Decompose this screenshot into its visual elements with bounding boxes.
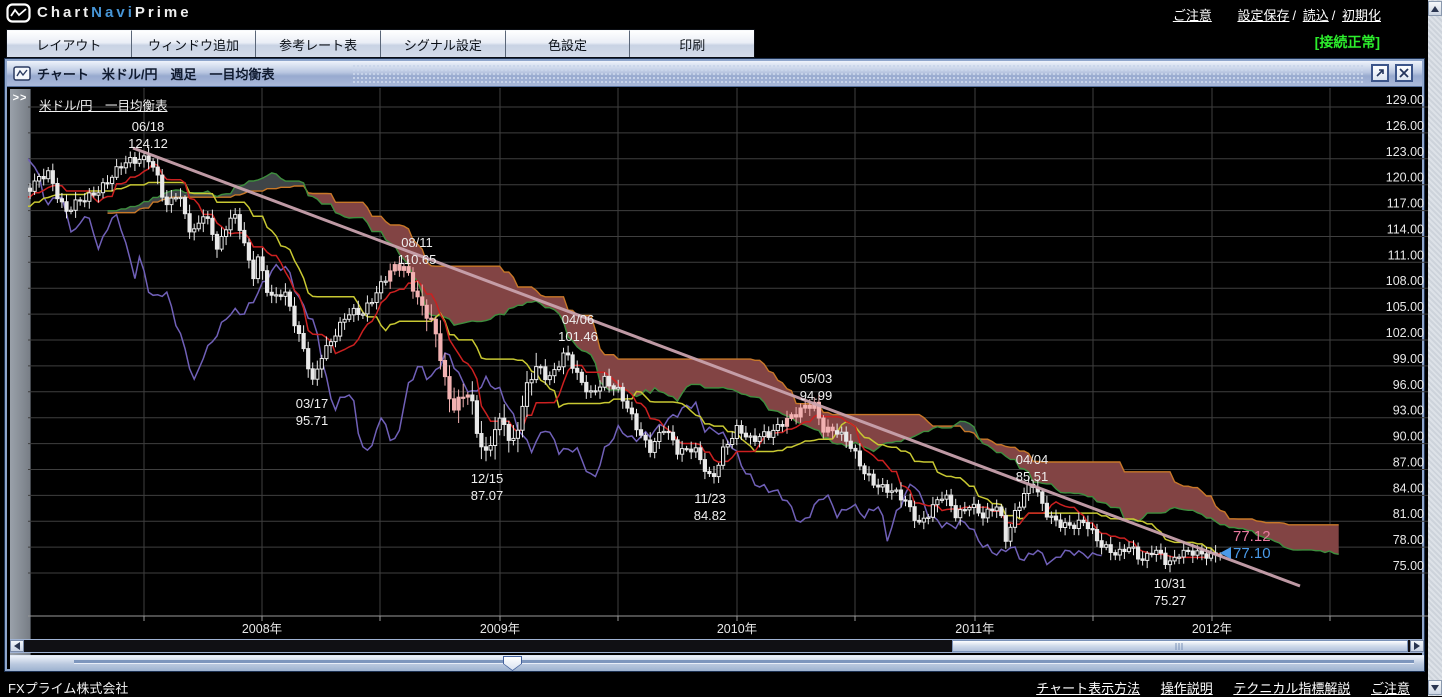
titlebar-pattern: [352, 64, 1364, 83]
scrollbar-grip-icon: [1176, 643, 1185, 650]
print-button[interactable]: 印刷: [630, 30, 754, 57]
scroll-left-button[interactable]: [10, 640, 24, 652]
toolbar: レイアウト ウィンドウ追加 参考レート表 シグナル設定 色設定 印刷: [6, 29, 755, 58]
operation-help-link[interactable]: 操作説明: [1161, 681, 1213, 696]
signal-settings-button[interactable]: シグナル設定: [381, 30, 506, 57]
layout-button[interactable]: レイアウト: [7, 30, 132, 57]
panel-collapse-label: >>: [10, 89, 30, 104]
logo-navi: Navi: [91, 4, 135, 21]
rate-table-button[interactable]: 参考レート表: [256, 30, 381, 57]
time-zoom-slider-thumb[interactable]: [503, 656, 522, 671]
company-name: FXプライム株式会社: [8, 678, 128, 697]
notice-link[interactable]: ご注意: [1173, 8, 1212, 23]
logo-prime: Prime: [135, 4, 192, 21]
technical-guide-link[interactable]: テクニカル指標解説: [1233, 681, 1350, 696]
settings-save-link[interactable]: 設定保存: [1237, 8, 1289, 23]
left-arrow-icon: [14, 642, 20, 650]
app-logo-icon: [6, 3, 31, 23]
footer-links: チャート表示方法 操作説明 テクニカル指標解説 ご注意: [1019, 678, 1410, 697]
app-logo-text: ChartNaviPrime: [37, 4, 192, 21]
notice-footer-link[interactable]: ご注意: [1371, 681, 1410, 696]
header-links: ご注意 設定保存/ 読込/ 初期化: [1173, 5, 1381, 24]
logo-chart: Chart: [37, 4, 91, 21]
page-footer: FXプライム株式会社 チャート表示方法 操作説明 テクニカル指標解説 ご注意: [0, 676, 1428, 696]
connection-status-badge: [接続正常]: [1315, 32, 1380, 52]
chart-help-link[interactable]: チャート表示方法: [1036, 681, 1140, 696]
up-arrow-icon: [1431, 6, 1439, 12]
page-vertical-scrollbar[interactable]: [1428, 0, 1442, 696]
right-arrow-icon: [1414, 642, 1420, 650]
chart-window-titlebar[interactable]: チャート 米ドル/円 週足 一目均衡表: [7, 61, 1422, 87]
maximize-icon: [1375, 68, 1385, 78]
panel-collapse-strip[interactable]: >>: [10, 89, 31, 665]
toolbar-strip: レイアウト ウィンドウ追加 参考レート表 シグナル設定 色設定 印刷 [接続正常…: [0, 28, 1428, 59]
close-icon: [1399, 68, 1409, 78]
settings-init-link[interactable]: 初期化: [1342, 8, 1381, 23]
horizontal-scrollbar-thumb[interactable]: [952, 640, 1408, 652]
scroll-up-button[interactable]: [1428, 1, 1442, 16]
scroll-right-button[interactable]: [1410, 640, 1424, 652]
chart-window-title: チャート 米ドル/円 週足 一目均衡表: [37, 64, 274, 83]
add-window-button[interactable]: ウィンドウ追加: [132, 30, 257, 57]
time-zoom-slider[interactable]: [10, 655, 1424, 671]
maximize-button[interactable]: [1371, 64, 1389, 82]
slider-groove: [74, 660, 1414, 664]
instrument-label: 米ドル/円 一目均衡表: [39, 95, 167, 114]
down-arrow-icon: [1431, 685, 1439, 691]
color-settings-button[interactable]: 色設定: [506, 30, 631, 57]
app-header: ChartNaviPrime ご注意 設定保存/ 読込/ 初期化: [0, 0, 1428, 27]
scroll-down-button[interactable]: [1428, 680, 1442, 695]
close-button[interactable]: [1395, 64, 1413, 82]
chart-window-icon: [13, 66, 31, 81]
chart-window: チャート 米ドル/円 週足 一目均衡表 >> 米ドル/円 一目均衡表: [5, 59, 1424, 671]
settings-load-link[interactable]: 読込: [1303, 8, 1329, 23]
horizontal-scrollbar[interactable]: [10, 639, 1424, 653]
